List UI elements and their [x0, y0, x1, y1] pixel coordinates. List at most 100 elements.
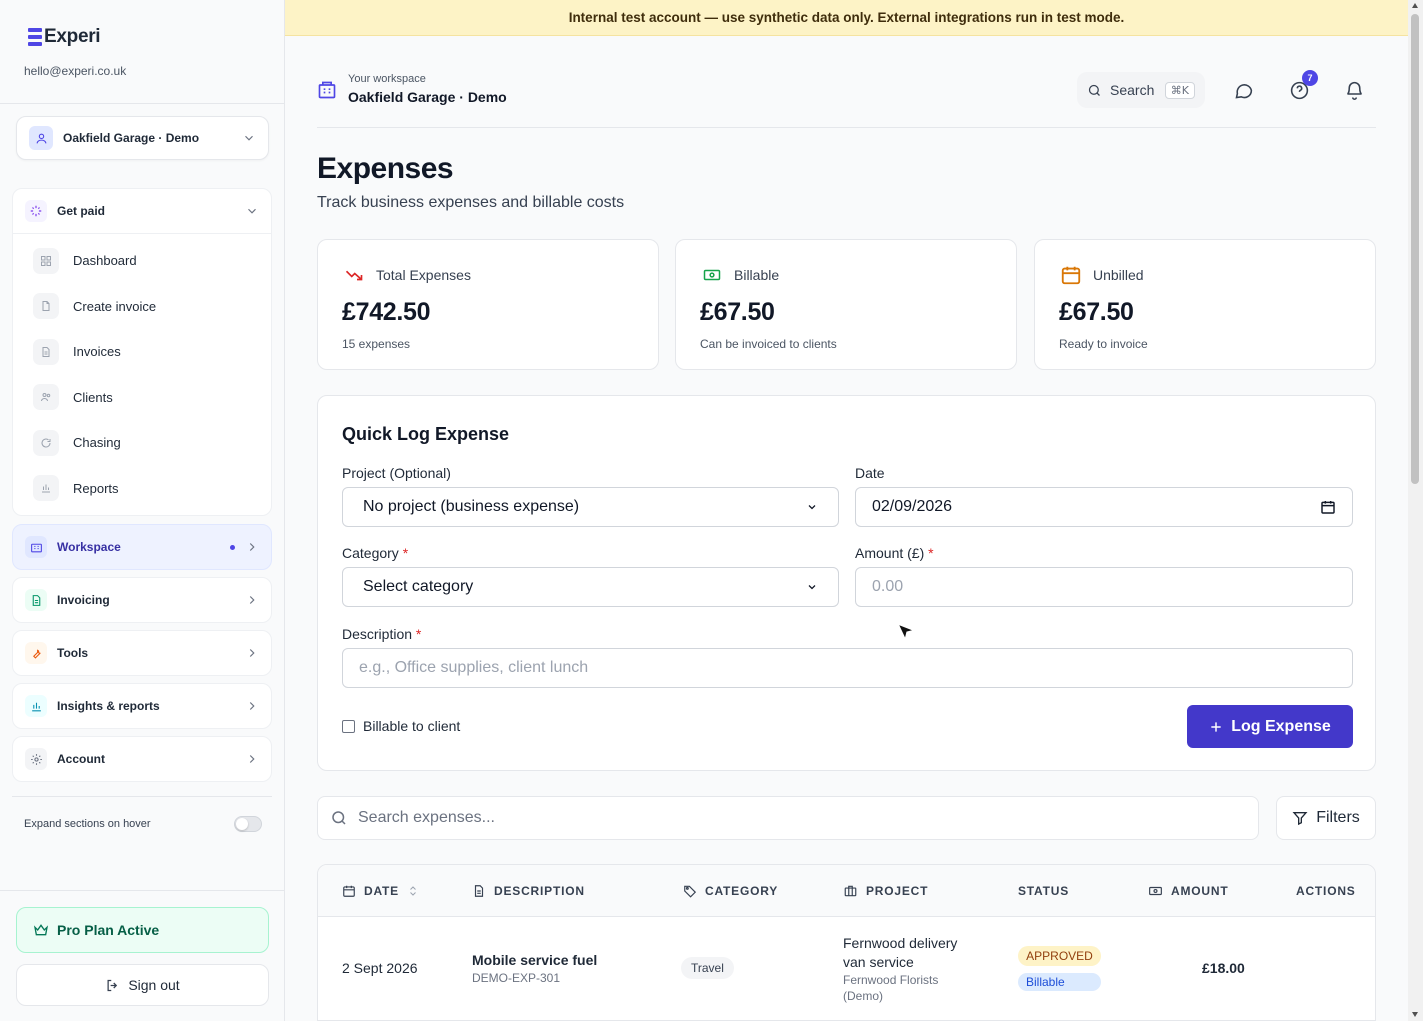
- brand-logo[interactable]: Experi: [28, 26, 101, 48]
- sparkle-icon: [25, 200, 47, 222]
- project-select[interactable]: No project (business expense): [342, 487, 839, 527]
- nav-section-label: Invoicing: [57, 593, 110, 607]
- calendar-icon[interactable]: [1320, 499, 1336, 515]
- chevron-right-icon: [249, 543, 255, 551]
- workspace-selector-name: Oakfield Garage · Demo: [63, 131, 200, 145]
- test-account-banner: Internal test account — use synthetic da…: [285, 0, 1408, 36]
- sidebar: Experi hello@experi.co.uk Oakfield Garag…: [0, 0, 285, 1021]
- sidebar-item-workspace[interactable]: Workspace: [12, 524, 272, 570]
- stat-value: £67.50: [700, 298, 775, 326]
- sidebar-item-label: Dashboard: [73, 253, 137, 269]
- sidebar-item-create-invoice[interactable]: Create invoice: [13, 284, 271, 330]
- sidebar-item-invoices[interactable]: Invoices: [13, 329, 271, 375]
- gear-icon: [25, 748, 47, 770]
- description-input[interactable]: e.g., Office supplies, client lunch: [342, 648, 1353, 688]
- scroll-up-icon[interactable]: [1412, 3, 1418, 8]
- log-expense-label: Log Expense: [1231, 717, 1331, 735]
- sidebar-item-dashboard[interactable]: Dashboard: [13, 238, 271, 284]
- sidebar-item-reports[interactable]: Reports: [13, 466, 271, 512]
- column-amount: AMOUNT: [1148, 865, 1228, 917]
- workspace-name: Oakfield Garage · Demo: [348, 89, 507, 105]
- sign-out-button[interactable]: Sign out: [16, 964, 269, 1006]
- billable-checkbox-row[interactable]: Billable to client: [342, 718, 460, 734]
- project-select-value: No project (business expense): [363, 498, 580, 515]
- sort-icon[interactable]: [407, 884, 419, 898]
- stat-card-total-expenses: Total Expenses £742.50 15 expenses: [317, 239, 659, 370]
- row-project-line1: Fernwood delivery: [843, 935, 958, 951]
- sidebar-item-invoicing[interactable]: Invoicing: [12, 577, 272, 623]
- workspace-caption: Your workspace: [348, 73, 426, 85]
- category-select[interactable]: Select category: [342, 567, 839, 607]
- bell-icon[interactable]: [1342, 78, 1366, 102]
- date-input[interactable]: 02/09/2026: [855, 487, 1353, 527]
- billable-checkbox[interactable]: [342, 719, 355, 733]
- description-label: Description *: [342, 626, 422, 642]
- sign-out-label: Sign out: [128, 977, 180, 993]
- sidebar-item-chasing[interactable]: Chasing: [13, 420, 271, 466]
- page-scrollbar[interactable]: [1408, 0, 1423, 1021]
- file-text-icon: [33, 338, 59, 365]
- grid-icon: [33, 247, 59, 274]
- logo-mark-icon: [28, 28, 42, 46]
- account-email: hello@experi.co.uk: [24, 64, 127, 78]
- search-label: Search: [1110, 82, 1155, 98]
- chart-icon: [25, 695, 47, 717]
- pro-plan-status[interactable]: Pro Plan Active: [16, 907, 269, 953]
- nav-section-label: Account: [57, 752, 105, 766]
- column-description: DESCRIPTION: [472, 865, 585, 917]
- amount-placeholder: 0.00: [872, 578, 904, 595]
- sidebar-item-label: Reports: [73, 480, 119, 496]
- expense-search-input[interactable]: Search expenses...: [317, 796, 1259, 840]
- workspace-selector[interactable]: Oakfield Garage · Demo: [16, 116, 269, 160]
- quick-log-title: Quick Log Expense: [342, 424, 510, 444]
- log-expense-button[interactable]: Log Expense: [1187, 705, 1353, 748]
- sidebar-item-clients[interactable]: Clients: [13, 375, 271, 421]
- stat-label: Billable: [734, 267, 780, 283]
- banknote-icon: [1149, 886, 1162, 896]
- global-search-button[interactable]: Search ⌘K: [1077, 72, 1205, 108]
- quick-log-expense-form: Quick Log Expense Project (Optional) No …: [317, 395, 1376, 771]
- stat-label: Total Expenses: [376, 267, 471, 283]
- row-client-line2: (Demo): [843, 989, 884, 1003]
- search-icon: [1088, 84, 1100, 96]
- pro-plan-label: Pro Plan Active: [57, 922, 160, 938]
- brand-name: Experi: [44, 26, 101, 47]
- user-icon: [29, 126, 53, 150]
- expand-on-hover-toggle[interactable]: [234, 816, 262, 832]
- chevron-down-icon: [808, 585, 816, 590]
- top-bar: Your workspace Oakfield Garage · Demo Se…: [317, 64, 1376, 128]
- chat-icon[interactable]: [1231, 78, 1255, 102]
- sidebar-item-label: Invoices: [73, 344, 121, 360]
- nav-section-label: Workspace: [57, 540, 121, 554]
- sidebar-divider: [0, 890, 284, 891]
- column-category: CATEGORY: [683, 865, 778, 917]
- chevron-down-icon: [248, 208, 256, 214]
- page-subtitle: Track business expenses and billable cos…: [317, 194, 625, 211]
- column-status: STATUS: [1018, 884, 1070, 898]
- active-indicator: [230, 544, 235, 550]
- billable-label: Billable to client: [363, 718, 461, 734]
- file-plus-icon: [33, 293, 59, 320]
- sidebar-item-insights-reports[interactable]: Insights & reports: [12, 683, 272, 729]
- help-badge: 7: [1302, 70, 1318, 86]
- help-icon[interactable]: 7: [1287, 70, 1318, 102]
- chevron-right-icon: [249, 649, 255, 657]
- search-icon: [332, 811, 346, 825]
- stat-value: £742.50: [342, 298, 431, 326]
- sidebar-item-account[interactable]: Account: [12, 736, 272, 782]
- column-date[interactable]: DATE: [342, 865, 419, 917]
- filter-icon: [1292, 812, 1308, 826]
- row-amount: £18.00: [1202, 960, 1245, 976]
- column-actions: ACTIONS: [1296, 884, 1356, 898]
- tag-icon: [684, 885, 697, 898]
- expand-on-hover-label: Expand sections on hover: [24, 818, 151, 830]
- nav-group-get-paid-toggle[interactable]: Get paid: [13, 189, 271, 233]
- sidebar-item-tools[interactable]: Tools: [12, 630, 272, 676]
- filters-button[interactable]: Filters: [1276, 796, 1376, 840]
- document-icon: [474, 885, 484, 897]
- chevron-right-icon: [249, 702, 255, 710]
- scrollbar-thumb[interactable]: [1411, 14, 1419, 484]
- amount-input[interactable]: 0.00: [855, 567, 1353, 607]
- scroll-down-icon[interactable]: [1412, 1012, 1418, 1017]
- date-label: Date: [855, 465, 885, 481]
